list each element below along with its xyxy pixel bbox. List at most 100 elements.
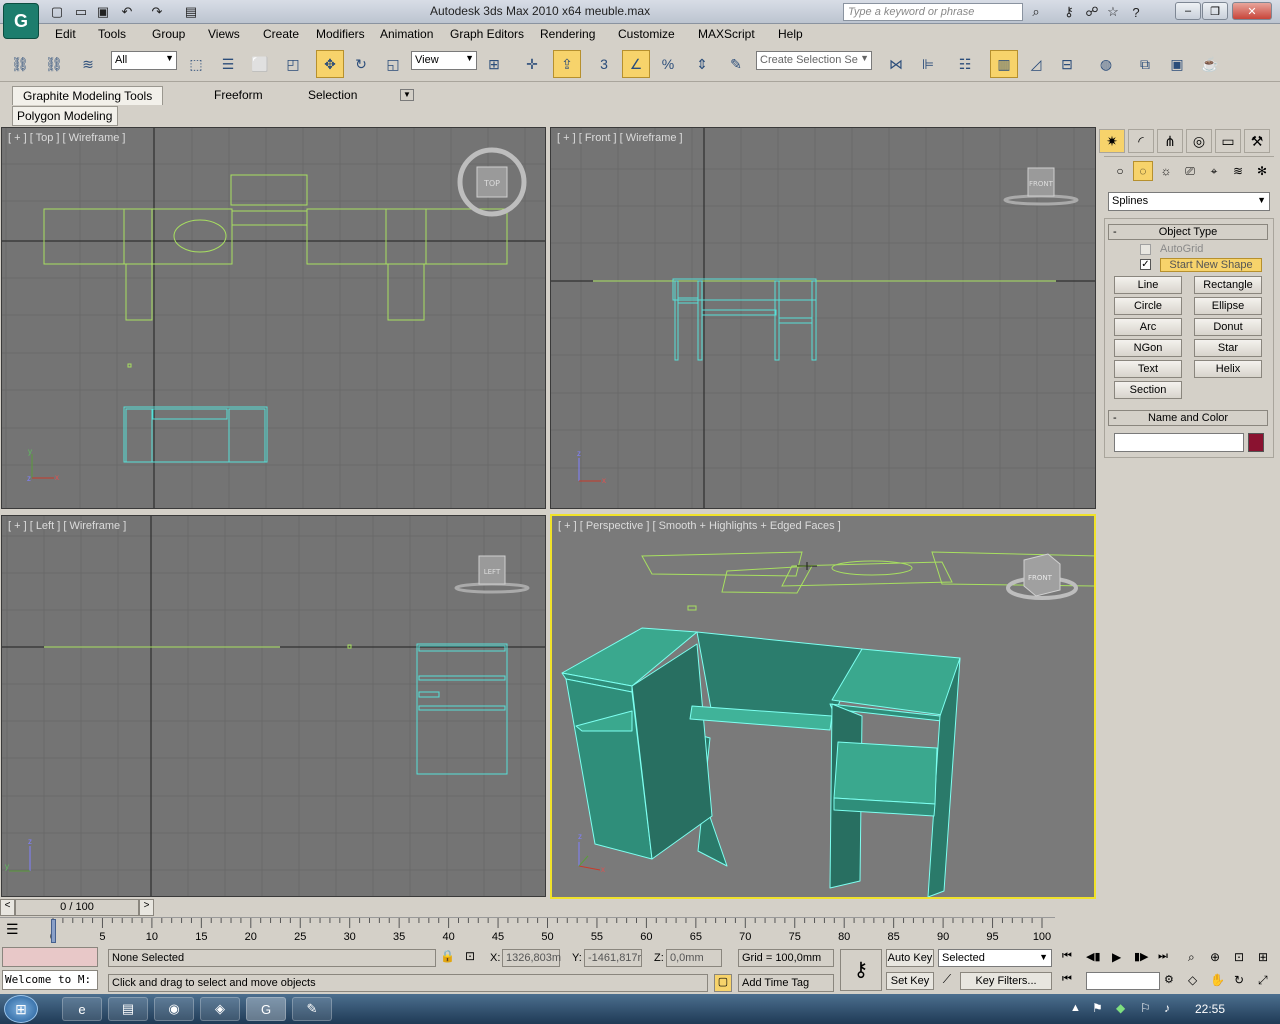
- viewcube-front-label[interactable]: FRONT: [1029, 180, 1054, 188]
- viewport-perspective-label[interactable]: [ + ] [ Perspective ] [ Smooth + Highlig…: [558, 520, 841, 532]
- helpers-icon[interactable]: ⌖: [1204, 161, 1224, 181]
- helix-button[interactable]: Helix: [1194, 360, 1262, 378]
- ribbon-options-icon[interactable]: ▼: [400, 89, 414, 101]
- unlink-icon[interactable]: ⛓: [42, 52, 66, 76]
- x-coordinate-field[interactable]: 1326,803m: [502, 949, 561, 967]
- internet-explorer-icon[interactable]: e: [62, 997, 102, 1021]
- tray-flag-icon[interactable]: ⚐: [1140, 1001, 1151, 1015]
- selection-filter-dropdown[interactable]: All ▼: [111, 51, 177, 70]
- binoculars-icon[interactable]: ⌕: [1027, 3, 1045, 21]
- file-explorer-icon[interactable]: ▤: [108, 997, 148, 1021]
- menu-animation[interactable]: Animation: [380, 27, 433, 41]
- next-frame-icon[interactable]: ▮▶: [1134, 950, 1152, 966]
- field-of-view-icon[interactable]: ◇: [1188, 973, 1206, 989]
- 3ds-max-logo-icon[interactable]: G: [3, 3, 39, 39]
- tray-arrow-icon[interactable]: ▲: [1070, 1002, 1081, 1014]
- mirror-icon[interactable]: ⋈: [884, 52, 908, 76]
- create-tab-icon[interactable]: ✷: [1099, 129, 1125, 153]
- y-coordinate-field[interactable]: -1461,817r: [584, 949, 642, 967]
- space-warps-icon[interactable]: ≋: [1228, 161, 1248, 181]
- object-category-dropdown[interactable]: Splines ▼: [1108, 192, 1270, 211]
- modify-tab-icon[interactable]: ◜: [1128, 129, 1154, 153]
- keyboard-shortcut-override-icon[interactable]: ⇪: [553, 50, 581, 78]
- previous-frame-icon[interactable]: ◀▮: [1086, 950, 1104, 966]
- menu-rendering[interactable]: Rendering: [540, 27, 595, 41]
- open-file-icon[interactable]: ▭: [72, 3, 90, 21]
- zoom-icon[interactable]: ⌕: [1188, 950, 1206, 966]
- set-key-icon[interactable]: ⚷: [840, 949, 882, 991]
- project-folder-icon[interactable]: ▤: [182, 3, 200, 21]
- viewport-front[interactable]: FRONT z x [ + ] [ Front ] [ Wireframe ]: [550, 127, 1096, 509]
- start-new-shape-checkbox[interactable]: ✓: [1140, 259, 1151, 270]
- absolute-mode-icon[interactable]: ⊡: [465, 949, 483, 967]
- communication-icon[interactable]: ☍: [1083, 3, 1101, 21]
- selection-lock-icon[interactable]: 🔒: [440, 949, 456, 967]
- tray-security-icon[interactable]: ◆: [1116, 1001, 1125, 1015]
- arc-button[interactable]: Arc: [1114, 318, 1182, 336]
- zoom-extents-all-icon[interactable]: ⊞: [1258, 950, 1276, 966]
- select-manipulate-icon[interactable]: ✛: [520, 52, 544, 76]
- lights-icon[interactable]: ☼: [1156, 161, 1176, 181]
- go-to-end-icon[interactable]: ⏭: [1158, 950, 1176, 966]
- pan-view-icon[interactable]: ✋: [1210, 973, 1228, 989]
- tab-freeform[interactable]: Freeform: [204, 86, 273, 105]
- time-configuration-icon[interactable]: ⚙: [1164, 973, 1182, 989]
- object-color-swatch[interactable]: [1248, 433, 1264, 452]
- add-time-tag-button[interactable]: Add Time Tag: [738, 974, 834, 992]
- render-setup-icon[interactable]: ⧉: [1133, 52, 1157, 76]
- curve-editor-icon[interactable]: ◿: [1024, 52, 1048, 76]
- search-input[interactable]: Type a keyword or phrase: [843, 3, 1023, 21]
- window-crossing-icon[interactable]: ◰: [281, 52, 305, 76]
- time-slider-thumb[interactable]: [51, 919, 56, 943]
- system-clock[interactable]: 22:55: [1195, 1002, 1225, 1016]
- align-icon[interactable]: ⊫: [916, 52, 940, 76]
- orbit-icon[interactable]: ↻: [1234, 973, 1252, 989]
- bind-to-space-warp-icon[interactable]: ≋: [76, 52, 100, 76]
- systems-icon[interactable]: ✻: [1252, 161, 1272, 181]
- maximize-viewport-icon[interactable]: ⤢: [1258, 973, 1276, 989]
- rectangular-selection-icon[interactable]: ⬜: [248, 52, 272, 76]
- snaps-toggle-icon[interactable]: 3: [592, 52, 616, 76]
- graphite-ribbon-icon[interactable]: ▥: [990, 50, 1018, 78]
- tray-network-icon[interactable]: ⚑: [1092, 1001, 1103, 1015]
- menu-create[interactable]: Create: [263, 27, 299, 41]
- ribbon-polygon-modeling[interactable]: Polygon Modeling: [12, 106, 118, 126]
- select-and-rotate-icon[interactable]: ↻: [349, 52, 373, 76]
- hierarchy-tab-icon[interactable]: ⋔: [1157, 129, 1183, 153]
- autogrid-checkbox[interactable]: [1140, 244, 1151, 255]
- paint-icon[interactable]: ✎: [292, 997, 332, 1021]
- shapes-icon[interactable]: ◌: [1133, 161, 1153, 181]
- current-frame-field[interactable]: [1086, 972, 1160, 990]
- layer-manager-icon[interactable]: ☷: [953, 52, 977, 76]
- spinner-snap-icon[interactable]: ⇕: [690, 52, 714, 76]
- start-new-shape-button[interactable]: Start New Shape: [1160, 258, 1262, 272]
- utilities-tab-icon[interactable]: ⚒: [1244, 129, 1270, 153]
- zoom-all-icon[interactable]: ⊕: [1210, 950, 1228, 966]
- restore-button[interactable]: ❐: [1202, 2, 1228, 20]
- viewcube-left-label[interactable]: LEFT: [484, 568, 501, 576]
- edit-named-selection-icon[interactable]: ✎: [724, 52, 748, 76]
- key-mode-dropdown[interactable]: Selected ▼: [938, 949, 1052, 967]
- play-icon[interactable]: ▶: [1112, 950, 1130, 966]
- auto-key-button[interactable]: Auto Key: [886, 949, 934, 967]
- viewport-left-label[interactable]: [ + ] [ Left ] [ Wireframe ]: [8, 520, 126, 532]
- viewport-top-label[interactable]: [ + ] [ Top ] [ Wireframe ]: [8, 132, 125, 144]
- object-type-rollout[interactable]: - Object Type: [1108, 224, 1268, 240]
- text-button[interactable]: Text: [1114, 360, 1182, 378]
- tab-graphite-modeling-tools[interactable]: Graphite Modeling Tools: [12, 86, 164, 105]
- donut-button[interactable]: Donut: [1194, 318, 1262, 336]
- menu-group[interactable]: Group: [152, 27, 185, 41]
- named-selection-set-dropdown[interactable]: Create Selection Se ▼: [756, 51, 872, 70]
- pivot-center-icon[interactable]: ⊞: [482, 52, 506, 76]
- viewcube-top-label[interactable]: TOP: [483, 179, 500, 188]
- viewcube-perspective-label[interactable]: FRONT: [1028, 574, 1053, 582]
- maxscript-mini-listener-pink[interactable]: [2, 947, 98, 967]
- menu-modifiers[interactable]: Modifiers: [316, 27, 365, 41]
- menu-help[interactable]: Help: [778, 27, 803, 41]
- subscription-key-icon[interactable]: ⚷: [1060, 3, 1078, 21]
- section-button[interactable]: Section: [1114, 381, 1182, 399]
- select-object-icon[interactable]: ⬚: [184, 52, 208, 76]
- ellipse-button[interactable]: Ellipse: [1194, 297, 1262, 315]
- motion-tab-icon[interactable]: ◎: [1186, 129, 1212, 153]
- display-tab-icon[interactable]: ▭: [1215, 129, 1241, 153]
